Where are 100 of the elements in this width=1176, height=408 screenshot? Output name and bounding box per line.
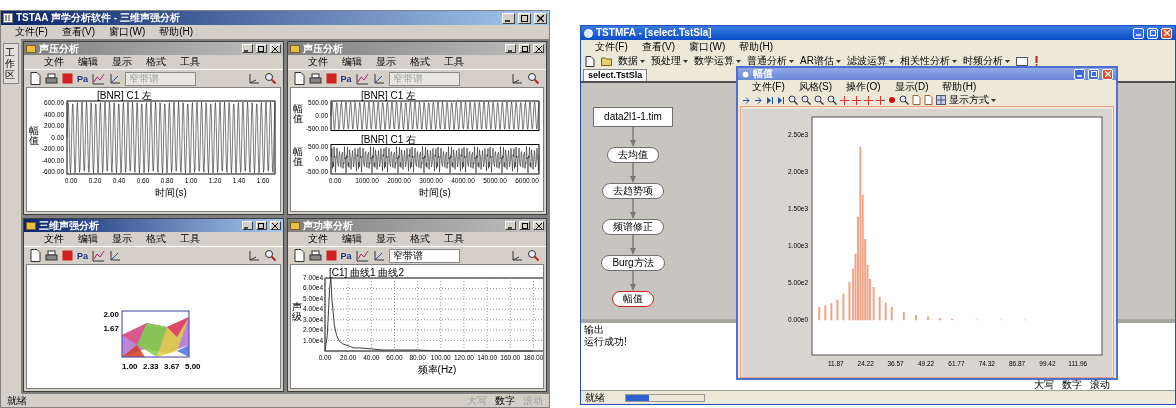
axes-icon[interactable] [247,249,260,262]
menu-item[interactable]: 文件 [307,56,328,68]
printer-icon[interactable] [45,249,58,262]
zoom-icon[interactable] [527,72,540,85]
plus-icon[interactable] [852,95,861,105]
menu-item[interactable]: 显示(D) [894,81,929,93]
flow-node[interactable]: data2l1-1.tim [593,107,673,127]
cursor-icon[interactable] [372,72,385,85]
chart-icon[interactable] [355,72,369,85]
toolbar-dropdown[interactable]: 相关性分析 [899,55,957,67]
side-tab[interactable]: 工作区 [3,43,19,84]
menu-item[interactable]: 帮助(H) [739,41,774,53]
menu-item[interactable]: 显示 [112,56,132,68]
unit-button[interactable]: Pa [340,250,352,261]
band-dropdown[interactable]: 窄带谱 [388,248,460,263]
stop-icon[interactable] [325,250,337,261]
menu-item[interactable]: 窗口(W) [689,41,726,53]
menu-item[interactable]: 查看(V) [641,41,676,53]
maximize-button[interactable] [255,221,267,230]
zoom-icon[interactable] [263,72,277,85]
menu-item[interactable]: 文件 [44,233,64,245]
document-icon[interactable] [585,55,595,67]
plus-icon[interactable] [876,95,885,105]
menu-item[interactable]: 文件(F) [752,81,785,93]
menu-item[interactable]: 工具 [180,56,200,68]
axes-icon[interactable] [247,72,260,85]
menu-item[interactable]: 编辑 [341,233,362,245]
document-icon[interactable] [293,249,305,262]
close-button[interactable] [533,221,544,230]
flow-node[interactable]: 去趋势项 [602,183,664,199]
document-icon[interactable] [30,249,41,262]
toolbar-dropdown[interactable]: AR谱估 [800,55,841,67]
plus-icon[interactable] [840,95,849,105]
menu-item[interactable]: 格式 [409,56,430,68]
chart-icon[interactable] [92,72,105,85]
flow-node[interactable]: 频谱修正 [602,219,664,235]
zoom-icon[interactable] [527,249,540,262]
child-title-bar[interactable]: 声压分析 [287,42,546,55]
menu-item[interactable]: 显示 [375,56,396,68]
menu-item[interactable]: 格式 [146,56,166,68]
toolbar-dropdown[interactable]: 数据 [618,55,645,67]
axes-icon[interactable] [511,249,523,262]
menu-item[interactable]: 文件 [307,233,328,245]
menu-item[interactable]: 显示 [112,233,132,245]
menu-item[interactable]: 文件 [44,56,64,68]
cursor-icon[interactable] [372,249,385,262]
unit-button[interactable]: Pa [77,250,88,261]
child-title-bar[interactable]: 声压分析 [24,42,283,55]
menu-item[interactable]: 操作(O) [846,81,881,93]
minimize-button[interactable] [505,221,516,230]
close-button[interactable] [534,12,547,24]
flow-node[interactable]: 幅值 [612,291,654,307]
printer-icon[interactable] [45,72,58,85]
marker-icon[interactable] [1033,56,1039,66]
zoom-icon[interactable] [801,95,811,105]
menu-item[interactable]: 帮助(H) [942,81,977,93]
stop-icon[interactable] [325,73,337,84]
toolbar-dropdown[interactable]: 数学运算 [694,55,741,67]
document-icon[interactable] [30,72,41,85]
menu-item[interactable]: 编辑 [78,233,98,245]
folder-icon[interactable] [601,56,612,66]
menu-item[interactable]: 窗口(W) [109,26,146,38]
unit-button[interactable]: Pa [340,73,352,84]
toolbar-dropdown[interactable]: 滤波运算 [846,55,894,67]
menu-item[interactable]: 格式 [409,233,430,245]
printer-icon[interactable] [308,249,322,262]
menu-item[interactable]: 工具 [443,56,464,68]
document-tab[interactable]: select.TstSla [583,69,648,81]
axes-icon[interactable] [511,72,523,85]
child-title-bar[interactable]: 三维声强分析 [24,219,283,232]
toolbar-dropdown[interactable]: 普通分析 [747,55,794,67]
close-button[interactable] [269,221,281,230]
arrow-icon[interactable] [742,95,751,105]
minimize-button[interactable] [505,44,516,53]
display-mode-dropdown[interactable]: 显示方式 [949,94,996,106]
menu-item[interactable]: 编辑 [78,56,98,68]
chart-icon[interactable] [1015,56,1028,66]
close-button[interactable] [533,44,544,53]
chart-icon[interactable] [92,249,105,262]
menu-item[interactable]: 风格(S) [798,81,833,93]
maximize-button[interactable] [255,44,267,53]
unit-button[interactable]: Pa [77,73,88,84]
zoom-icon[interactable] [263,249,277,262]
cursor-icon[interactable] [109,249,121,262]
flow-node[interactable]: 去均值 [607,147,659,163]
maximize-button[interactable] [519,221,530,230]
printer-icon[interactable] [308,72,322,85]
arrow-icon[interactable] [754,95,763,105]
zoom-icon[interactable] [814,95,824,105]
menu-item[interactable]: 文件(F) [15,26,48,38]
stop-icon[interactable] [62,73,73,84]
menu-item[interactable]: 文件(F) [595,41,628,53]
flow-node[interactable]: Burg方法 [601,255,665,271]
menu-item[interactable]: 查看(V) [61,26,96,38]
zoom-icon[interactable] [827,95,837,105]
chart-icon[interactable] [355,249,369,262]
dot-icon[interactable] [888,96,896,104]
plus-icon[interactable] [864,95,873,105]
menu-item[interactable]: 工具 [180,233,200,245]
minimize-button[interactable] [502,12,515,24]
